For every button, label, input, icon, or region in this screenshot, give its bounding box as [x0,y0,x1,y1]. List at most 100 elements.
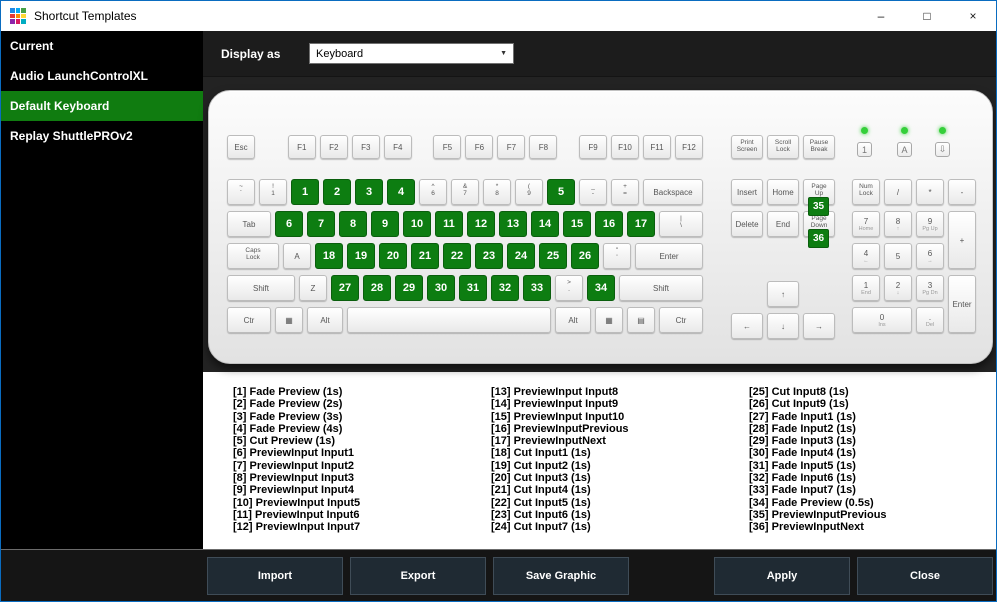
legend-item: [7] PreviewInput Input2 [233,459,355,472]
key-backspace: Backspace [643,179,703,205]
key-7: 7 Home [852,211,880,237]
display-as-combobox[interactable]: Keyboard ▼ [309,43,514,64]
legend-column: [1] Fade Preview (1s) [2] Fade Preview (2… [233,386,491,549]
key-delete: Delete [731,211,763,237]
key-blank: >. [555,275,583,301]
display-as-value: Keyboard [316,47,364,60]
minimize-button[interactable]: – [858,1,904,31]
key-3: 3 Pg Dn [916,275,944,301]
sidebar-item-default-keyboard[interactable]: Default Keyboard [1,91,203,121]
titlebar: Shortcut Templates – □ × [1,1,996,31]
led--icon: ⇩ [935,142,950,157]
key-shortcut-18: 18 [315,243,343,269]
sidebar-item-current[interactable]: Current [1,31,203,61]
legend-item: [36] PreviewInputNext [749,521,864,534]
shortcut-templates-window: Shortcut Templates – □ × Current Audio La… [0,0,997,602]
key-2: 2 ↓ [884,275,912,301]
key-shortcut-19: 19 [347,243,375,269]
key-0: 0 Ins [852,307,912,333]
footer-right-group: Apply Close [714,556,993,595]
key-blank [347,307,551,333]
key-1: ! 1 [259,179,287,205]
key-shortcut-29: 29 [395,275,423,301]
key-shortcut-9: 9 [371,211,399,237]
keyboard-graphic: Esc F1 F2 F3 F4 F5 F6 F7 F8 F9 F10 F11 F12 Print Scree… [208,90,993,364]
key-shortcut-10: 10 [403,211,431,237]
legend-item: [34] Fade Preview (0.5s) [749,496,874,509]
key-shift: Shift [619,275,703,301]
key-insert: Insert [731,179,763,205]
key-blank: ↑ [767,281,799,307]
window-title: Shortcut Templates [34,9,137,23]
key-shortcut-33: 33 [523,275,551,301]
key-f1: F1 [287,135,316,159]
key-blank: " ' [603,243,631,269]
key-blank: + = [611,179,639,205]
key-f3: F3 [351,135,380,159]
legend-item: [23] Cut Input6 (1s) [491,508,591,521]
import-button[interactable]: Import [207,556,343,595]
key-f6: F6 [465,135,494,159]
key-tab: Tab [227,211,271,237]
key-shortcut-7: 7 [307,211,335,237]
legend-item: [29] Fade Input3 (1s) [749,435,856,448]
key-f4: F4 [383,135,412,159]
key-blank: * [916,179,944,205]
key-8: 8 ↑ [884,211,912,237]
key-shortcut-30: 30 [427,275,455,301]
key-7: & 7 [451,179,479,205]
legend-item: [11] PreviewInput Input6 [233,508,360,521]
key-shortcut-23: 23 [475,243,503,269]
key-f12: F12 [675,135,703,159]
key-blank: ▦ [275,307,303,333]
key-shortcut-2: 2 [323,179,351,205]
legend-item: [1] Fade Preview (1s) [233,386,343,398]
legend-item: [3] Fade Preview (3s) [233,410,343,423]
legend-item: [16] PreviewInputPrevious [491,422,629,435]
key-shortcut-27: 27 [331,275,359,301]
legend-item: [9] PreviewInput Input4 [233,484,355,497]
key-blank: ↓ [767,313,799,339]
legend-item: [20] Cut Input3 (1s) [491,472,591,485]
key-shortcut-36: 36 [808,229,829,248]
key-shortcut-15: 15 [563,211,591,237]
key-shortcut-16: 16 [595,211,623,237]
save-graphic-button[interactable]: Save Graphic [493,556,629,595]
close-window-button[interactable]: × [950,1,996,31]
key-shortcut-12: 12 [467,211,495,237]
key-num-lock: Num Lock [852,179,880,205]
key-f11: F11 [643,135,671,159]
sidebar-item-replay-shuttleprov2[interactable]: Replay ShuttlePROv2 [1,121,203,151]
key-f7: F7 [497,135,526,159]
key-shortcut-11: 11 [435,211,463,237]
key-blank: - [948,179,976,205]
key-f9: F9 [579,135,607,159]
key-esc: Esc [227,135,255,159]
maximize-button[interactable]: □ [904,1,950,31]
key-blank: | \ [659,211,703,237]
export-button[interactable]: Export [350,556,486,595]
legend-column: [25] Cut Input8 (1s) [26] Cut Input9 (1s)… [749,386,996,549]
legend-item: [22] Cut Input5 (1s) [491,496,591,509]
key-1: 1 End [852,275,880,301]
footer-left-group: Import Export Save Graphic [207,556,636,595]
legend-item: [8] PreviewInput Input3 [233,472,355,485]
legend-item: [15] PreviewInput Input10 [491,410,625,423]
sidebar-item-audio-launchcontrolxl[interactable]: Audio LaunchControlXL [1,61,203,91]
window-content: Current Audio LaunchControlXL Default Keyb… [1,31,996,549]
key-shortcut-35: 35 [808,197,829,216]
legend-item: [27] Fade Input1 (1s) [749,410,856,423]
key-shortcut-24: 24 [507,243,535,269]
led-indicator [861,127,868,134]
app-icon [10,8,26,24]
legend-item: [19] Cut Input2 (1s) [491,459,591,472]
apply-button[interactable]: Apply [714,556,850,595]
key-ctr: Ctr [227,307,271,333]
legend-item: [14] PreviewInput Input9 [491,398,619,411]
key-shortcut-14: 14 [531,211,559,237]
close-button[interactable]: Close [857,556,993,595]
key-shortcut-1: 1 [291,179,319,205]
key-f10: F10 [611,135,639,159]
key-shortcut-3: 3 [355,179,383,205]
key-blank: _ - [579,179,607,205]
